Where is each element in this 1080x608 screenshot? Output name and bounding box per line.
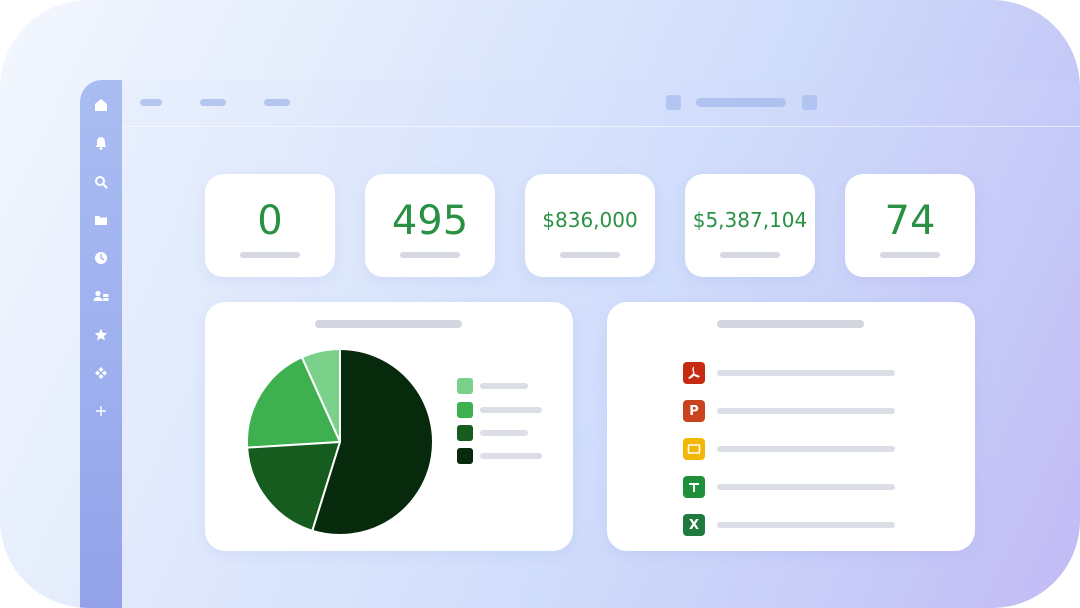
home-icon[interactable] <box>93 97 109 113</box>
search-icon[interactable] <box>93 174 109 190</box>
apps-icon[interactable] <box>93 365 109 381</box>
folder-icon[interactable] <box>93 212 109 228</box>
search-bar[interactable] <box>696 98 786 107</box>
top-bar <box>122 80 1080 127</box>
chart-panel <box>205 302 573 551</box>
stat-label-placeholder <box>560 252 620 258</box>
star-icon[interactable] <box>93 327 109 343</box>
stat-value: $836,000 <box>542 208 638 232</box>
stat-value: $5,387,104 <box>692 208 808 232</box>
file-row-excel[interactable]: X <box>683 514 903 536</box>
sidebar <box>80 80 122 608</box>
stat-card-3: $836,000 <box>525 174 655 277</box>
file-row-presentation[interactable] <box>683 438 903 460</box>
stat-label-placeholder <box>400 252 460 258</box>
file-name-placeholder <box>717 370 895 376</box>
file-name-placeholder <box>717 408 895 414</box>
files-title-placeholder <box>717 320 864 328</box>
excel-file-icon: X <box>683 514 705 536</box>
legend-swatch <box>457 448 473 464</box>
files-panel: P X <box>607 302 975 551</box>
stat-card-4: $5,387,104 <box>685 174 815 277</box>
plus-icon[interactable] <box>93 403 109 419</box>
legend-label-placeholder <box>480 453 542 459</box>
file-name-placeholder <box>717 484 895 490</box>
legend-label-placeholder <box>480 407 542 413</box>
stat-label-placeholder <box>720 252 780 258</box>
slides-file-icon: P <box>683 400 705 422</box>
legend-label-placeholder <box>480 430 528 436</box>
people-icon[interactable] <box>93 288 109 304</box>
bell-icon[interactable] <box>93 135 109 151</box>
stat-card-5: 74 <box>845 174 975 277</box>
presentation-file-icon <box>683 438 705 460</box>
stat-label-placeholder <box>240 252 300 258</box>
stat-card-1: 0 <box>205 174 335 277</box>
stat-value: 495 <box>391 198 469 244</box>
pie-chart <box>246 348 434 536</box>
file-row-sheets[interactable] <box>683 476 903 498</box>
nav-placeholder-2[interactable] <box>200 99 226 106</box>
stat-card-2: 495 <box>365 174 495 277</box>
clock-icon[interactable] <box>93 250 109 266</box>
background-frame: 0 495 $836,000 $5,387,104 74 P X <box>0 0 1080 608</box>
legend-label-placeholder <box>480 383 528 389</box>
file-name-placeholder <box>717 522 895 528</box>
pdf-file-icon <box>683 362 705 384</box>
sheets-file-icon <box>683 476 705 498</box>
toolbar-icon-right[interactable] <box>802 95 817 110</box>
app-window: 0 495 $836,000 $5,387,104 74 P X <box>80 80 1080 608</box>
stat-label-placeholder <box>880 252 940 258</box>
file-name-placeholder <box>717 446 895 452</box>
file-row-slides[interactable]: P <box>683 400 903 422</box>
legend-swatch <box>457 425 473 441</box>
chart-title-placeholder <box>315 320 462 328</box>
stat-value: 74 <box>884 198 936 244</box>
toolbar-icon-left[interactable] <box>666 95 681 110</box>
nav-placeholder-3[interactable] <box>264 99 290 106</box>
stat-value: 0 <box>257 198 283 244</box>
legend-swatch <box>457 378 473 394</box>
file-row-pdf[interactable] <box>683 362 903 384</box>
nav-placeholder-1[interactable] <box>140 99 162 106</box>
legend-swatch <box>457 402 473 418</box>
